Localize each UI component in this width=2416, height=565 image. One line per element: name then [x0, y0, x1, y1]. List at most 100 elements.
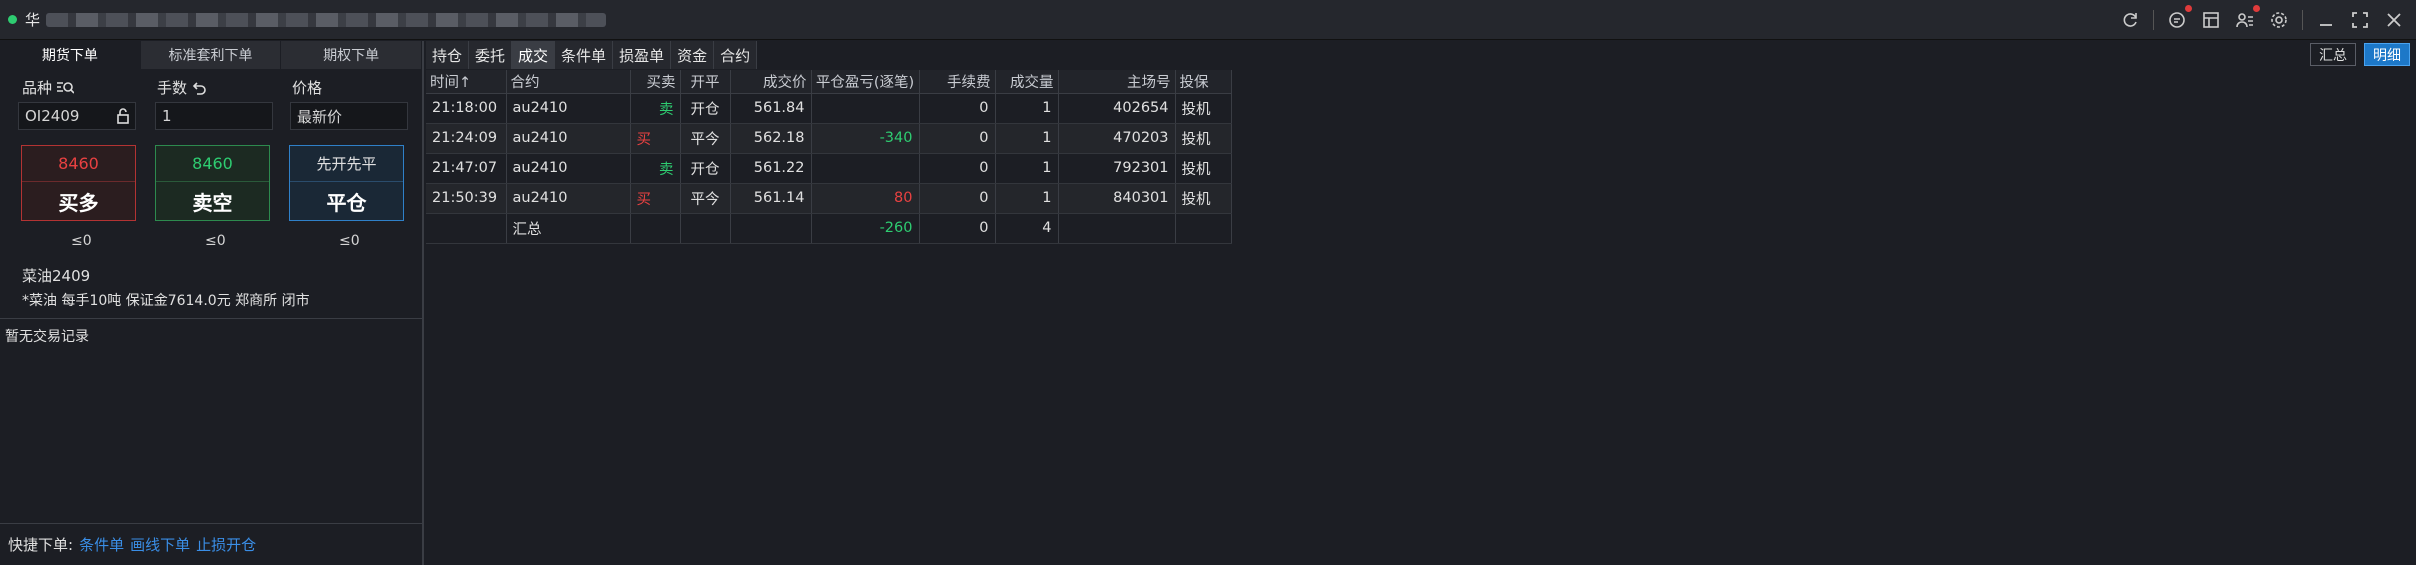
variety-input[interactable]: OI2409 [18, 102, 136, 130]
minimize-icon[interactable] [2314, 8, 2338, 32]
undo-icon[interactable] [191, 80, 207, 96]
link-conditional-order[interactable]: 条件单 [79, 534, 124, 555]
qty-input[interactable]: 1 [155, 102, 273, 130]
status-dot-icon [8, 15, 17, 24]
variety-label: 品种 [22, 77, 75, 98]
sell-limit: ≤0 [205, 233, 226, 249]
close-position-button[interactable]: 先开先平 平仓 [289, 145, 404, 221]
summary-label: 汇总 [506, 213, 631, 244]
search-icon[interactable] [56, 80, 75, 96]
col-fee[interactable]: 手续费 [919, 70, 996, 94]
blurred-title-text [46, 12, 607, 27]
summary-row: 汇总 -260 0 4 [426, 213, 1232, 244]
refresh-icon[interactable] [2118, 8, 2142, 32]
maximize-icon[interactable] [2348, 8, 2372, 32]
cell-match-id: 792301 [1058, 153, 1176, 184]
records-tabs: 持仓 委托 成交 条件单 损盈单 资金 合约 [426, 41, 758, 69]
price-label: 价格 [292, 79, 323, 97]
sell-short-button[interactable]: 8460 卖空 [155, 145, 270, 221]
tab-orders[interactable]: 委托 [469, 41, 513, 69]
order-panel: 期货下单 标准套利下单 期权下单 品种 手数 价格 OI2409 1 最新价 8… [0, 41, 424, 565]
detail-view-button[interactable]: 明细 [2364, 43, 2410, 66]
cell-close-pnl: 80 [811, 183, 920, 214]
tab-positions[interactable]: 持仓 [426, 41, 470, 69]
table-row[interactable]: 21:47:07 au2410 卖 开仓 561.22 0 1 792301 投… [426, 153, 1232, 184]
buy-long-button[interactable]: 8460 买多 [21, 145, 136, 221]
cell-close-pnl: -340 [811, 123, 920, 154]
cell-price: 561.14 [730, 183, 812, 214]
title-bar: 华 [0, 0, 2416, 40]
tab-trades[interactable]: 成交 [512, 41, 556, 69]
summary-volume: 4 [995, 213, 1059, 244]
sell-price: 8460 [156, 146, 269, 182]
divider [0, 318, 422, 319]
cell-volume: 1 [995, 183, 1059, 214]
cell-match-id: 470203 [1058, 123, 1176, 154]
contract-info: *菜油 每手10吨 保证金7614.0元 郑商所 闭市 [22, 293, 310, 309]
col-close-pnl[interactable]: 平仓盈亏(逐笔) [811, 70, 920, 94]
link-stop-loss-open[interactable]: 止损开仓 [196, 534, 256, 555]
close-icon[interactable] [2382, 8, 2406, 32]
buy-price: 8460 [22, 146, 135, 182]
col-volume[interactable]: 成交量 [995, 70, 1059, 94]
col-open-close[interactable]: 开平 [680, 70, 731, 94]
col-time[interactable]: 时间↑ [426, 70, 507, 94]
tab-futures-order[interactable]: 期货下单 [0, 41, 141, 69]
lock-icon[interactable] [116, 108, 130, 124]
divider [0, 523, 422, 524]
view-toggle: 汇总 明细 [2310, 43, 2410, 66]
buy-limit: ≤0 [71, 233, 92, 249]
cell-contract: au2410 [506, 183, 631, 214]
table-row[interactable]: 21:24:09 au2410 买 平今 562.18 -340 0 1 470… [426, 123, 1232, 154]
table-row[interactable]: 21:18:00 au2410 卖 开仓 561.84 0 1 402654 投… [426, 93, 1232, 124]
col-match-id[interactable]: 主场号 [1058, 70, 1176, 94]
cell-hedge: 投机 [1175, 153, 1232, 184]
tab-stop-profit-loss[interactable]: 损盈单 [613, 41, 672, 69]
cell-fee: 0 [919, 153, 996, 184]
price-input[interactable]: 最新价 [290, 102, 408, 130]
no-records-text: 暂无交易记录 [5, 329, 89, 345]
cell-open-close: 开仓 [680, 93, 731, 124]
cell-fee: 0 [919, 123, 996, 154]
tab-conditional[interactable]: 条件单 [555, 41, 614, 69]
link-line-order[interactable]: 画线下单 [130, 534, 190, 555]
cell-volume: 1 [995, 153, 1059, 184]
tab-options-order[interactable]: 期权下单 [281, 41, 423, 69]
cell-open-close: 平今 [680, 123, 731, 154]
table-header: 时间↑ 合约 买卖 开平 成交价 平仓盈亏(逐笔) 手续费 成交量 主场号 投保 [426, 70, 1232, 94]
app-title: 华 [25, 11, 41, 29]
cell-hedge: 投机 [1175, 93, 1232, 124]
tab-arbitrage-order[interactable]: 标准套利下单 [141, 41, 282, 69]
cell-side: 买 [630, 183, 681, 214]
tab-funds[interactable]: 资金 [671, 41, 715, 69]
quick-order-label: 快捷下单: [8, 536, 74, 554]
buy-long-label: 买多 [58, 190, 99, 215]
message-icon[interactable] [2165, 5, 2192, 32]
col-price[interactable]: 成交价 [730, 70, 812, 94]
settings-icon[interactable] [2267, 8, 2291, 32]
cell-hedge: 投机 [1175, 123, 1232, 154]
cell-side: 买 [630, 123, 681, 154]
calendar-icon[interactable] [2199, 8, 2223, 32]
summary-view-button[interactable]: 汇总 [2310, 43, 2356, 66]
user-list-icon[interactable] [2233, 5, 2260, 32]
summary-pnl: -260 [811, 213, 920, 244]
cell-close-pnl [811, 93, 920, 124]
col-contract[interactable]: 合约 [506, 70, 631, 94]
cell-volume: 1 [995, 93, 1059, 124]
col-hedge[interactable]: 投保 [1175, 70, 1232, 94]
close-limit: ≤0 [339, 233, 360, 249]
table-row[interactable]: 21:50:39 au2410 买 平今 561.14 80 0 1 84030… [426, 183, 1232, 214]
cell-price: 561.22 [730, 153, 812, 184]
tab-contracts[interactable]: 合约 [714, 41, 758, 69]
cell-time: 21:50:39 [426, 183, 507, 214]
quick-order-bar: 快捷下单: 条件单 画线下单 止损开仓 [8, 534, 256, 555]
records-panel: 持仓 委托 成交 条件单 损盈单 资金 合约 汇总 明细 时间↑ 合约 买卖 开… [426, 41, 2416, 565]
cell-open-close: 开仓 [680, 153, 731, 184]
contract-name: 菜油2409 [22, 267, 91, 285]
cell-contract: au2410 [506, 123, 631, 154]
col-side[interactable]: 买卖 [630, 70, 681, 94]
order-type-tabs: 期货下单 标准套利下单 期权下单 [0, 41, 423, 69]
sell-short-label: 卖空 [192, 190, 233, 215]
cell-price: 561.84 [730, 93, 812, 124]
